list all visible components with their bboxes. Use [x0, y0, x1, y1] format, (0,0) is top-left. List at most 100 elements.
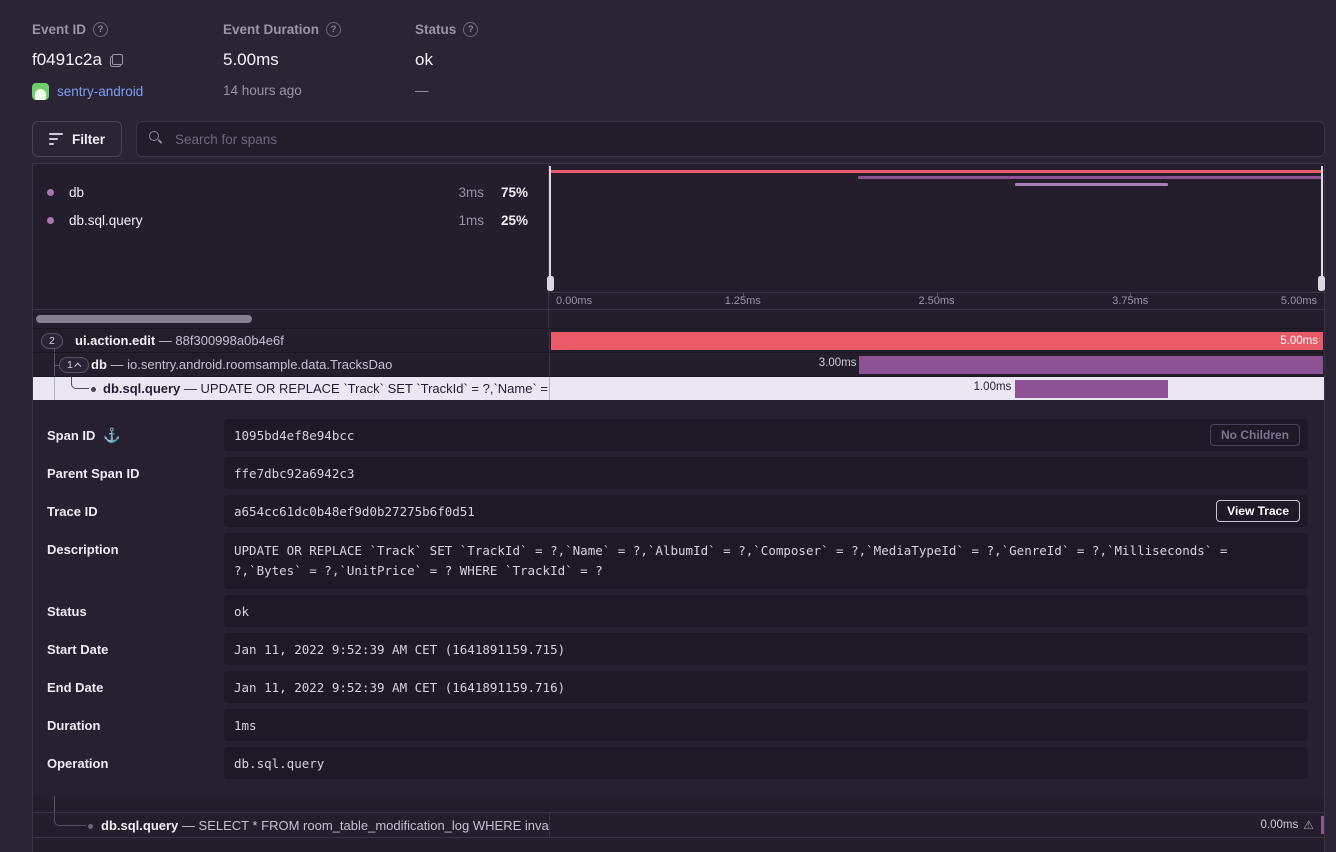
view-trace-button[interactable]: View Trace	[1216, 500, 1300, 522]
status-block: Status ? ok —	[415, 22, 615, 100]
android-platform-icon	[32, 83, 49, 100]
project-link[interactable]: sentry-android	[57, 84, 143, 99]
filter-button[interactable]: Filter	[32, 121, 122, 157]
detail-value: 1ms	[224, 709, 1308, 741]
minimap-span-root	[550, 170, 1322, 173]
status-sub: —	[415, 83, 429, 98]
detail-row-start-date: Start Date Jan 11, 2022 9:52:39 AM CET (…	[47, 633, 1308, 665]
span-op: db	[91, 357, 107, 372]
span-duration-label: 1.00ms	[974, 381, 1012, 393]
status-label: Status	[415, 22, 456, 37]
span-row-db[interactable]: 1 db — io.sentry.android.roomsample.data…	[33, 352, 1324, 376]
trace-minimap[interactable]	[549, 164, 1324, 292]
op-percent: 75%	[484, 185, 528, 200]
span-desc: SELECT * FROM room_table_modification_lo…	[199, 818, 549, 833]
detail-value: Jan 11, 2022 9:52:39 AM CET (1641891159.…	[224, 633, 1308, 665]
children-count-badge[interactable]: 2	[41, 333, 63, 349]
span-bar[interactable]	[859, 356, 1323, 374]
op-name: db.sql.query	[69, 213, 143, 228]
filter-icon	[49, 133, 63, 145]
axis-tick-label: 2.50ms	[918, 295, 954, 307]
detail-label: Status	[47, 604, 87, 619]
tree-connector-gap	[33, 796, 1324, 812]
event-id-block: Event ID ? f0491c2a sentry-android	[32, 22, 223, 100]
anchor-icon[interactable]: ⚓	[103, 428, 120, 443]
event-duration-label: Event Duration	[223, 22, 319, 37]
event-header: Event ID ? f0491c2a sentry-android Event…	[32, 22, 615, 100]
minimap-span-query	[1015, 183, 1168, 186]
detail-row-trace-id: Trace ID a654cc61dc0b48ef9d0b27275b6f0d5…	[47, 495, 1308, 527]
axis-tick-label: 3.75ms	[1112, 295, 1148, 307]
no-children-button: No Children	[1210, 424, 1300, 446]
detail-value: 1095bd4ef8e94bcc No Children	[224, 419, 1308, 451]
event-id-value: f0491c2a	[32, 50, 102, 70]
span-op: ui.action.edit	[75, 333, 155, 348]
event-duration-block: Event Duration ? 5.00ms 14 hours ago	[223, 22, 415, 100]
chevron-up-icon	[74, 362, 81, 369]
op-color-dot-icon	[47, 217, 54, 224]
op-duration: 3ms	[438, 185, 484, 200]
detail-value: UPDATE OR REPLACE `Track` SET `TrackId` …	[224, 533, 1308, 589]
event-duration-value: 5.00ms	[223, 50, 279, 70]
axis-tick-label: 0.00ms	[556, 295, 592, 307]
detail-label: Trace ID	[47, 504, 98, 519]
detail-row-end-date: End Date Jan 11, 2022 9:52:39 AM CET (16…	[47, 671, 1308, 703]
search-icon	[149, 131, 160, 142]
help-icon[interactable]: ?	[326, 22, 341, 37]
span-bar-zero-width	[1321, 816, 1324, 834]
detail-row-operation: Operation db.sql.query	[47, 747, 1308, 779]
span-desc: 88f300998a0b4e6f	[175, 333, 283, 348]
span-op: db.sql.query	[103, 381, 180, 396]
horizontal-scrollbar	[33, 309, 548, 328]
detail-label: Duration	[47, 718, 100, 733]
minimap-span-db	[858, 176, 1322, 179]
minimap-right-handle-grip[interactable]	[1318, 276, 1325, 291]
detail-label: Parent Span ID	[47, 466, 139, 481]
children-count-badge[interactable]: 1	[59, 357, 89, 373]
scrollbar-thumb[interactable]	[36, 315, 252, 323]
span-row-db-sql-query-select[interactable]: db.sql.query — SELECT * FROM room_table_…	[33, 812, 1324, 838]
event-age: 14 hours ago	[223, 83, 302, 98]
detail-label: Operation	[47, 756, 108, 771]
help-icon[interactable]: ?	[93, 22, 108, 37]
trace-minimap-panel: 0.00ms 1.25ms 2.50ms 3.75ms 5.00ms	[549, 164, 1324, 328]
detail-row-description: Description UPDATE OR REPLACE `Track` SE…	[47, 533, 1308, 589]
warning-icon: ⚠	[1303, 819, 1314, 831]
op-name: db	[69, 185, 84, 200]
axis-tick-label: 5.00ms	[1281, 295, 1317, 307]
span-bar[interactable]	[1015, 380, 1168, 398]
detail-label: Span ID	[47, 428, 95, 443]
detail-row-duration: Duration 1ms	[47, 709, 1308, 741]
axis-tick-label: 1.25ms	[725, 295, 761, 307]
span-duration-label: 3.00ms	[819, 357, 857, 369]
trace-view: db 3ms 75% db.sql.query 1ms 25%	[32, 163, 1325, 852]
detail-row-status: Status ok	[47, 595, 1308, 627]
minimap-left-handle[interactable]	[549, 166, 551, 278]
search-input[interactable]	[136, 121, 1325, 157]
status-value: ok	[415, 50, 433, 70]
span-detail-page: Event ID ? f0491c2a sentry-android Event…	[0, 0, 1336, 852]
detail-row-span-id: Span ID ⚓ 1095bd4ef8e94bcc No Children	[47, 419, 1308, 451]
minimap-left-handle-grip[interactable]	[547, 276, 554, 291]
detail-label: End Date	[47, 680, 103, 695]
detail-value: ffe7dbc92a6942c3	[224, 457, 1308, 489]
ops-breakdown-row: db 3ms 75%	[33, 178, 548, 206]
span-bar[interactable]: 5.00ms	[551, 332, 1323, 350]
minimap-right-handle[interactable]	[1321, 166, 1323, 278]
timeline-axis: 0.00ms 1.25ms 2.50ms 3.75ms 5.00ms	[549, 292, 1324, 309]
detail-value: db.sql.query	[224, 747, 1308, 779]
span-row-db-sql-query-selected[interactable]: db.sql.query — UPDATE OR REPLACE `Track`…	[33, 376, 1324, 400]
detail-value: a654cc61dc0b48ef9d0b27275b6f0d51 View Tr…	[224, 495, 1308, 527]
detail-label: Description	[47, 542, 119, 557]
span-desc: io.sentry.android.roomsample.data.Tracks…	[127, 357, 392, 372]
help-icon[interactable]: ?	[463, 22, 478, 37]
op-color-dot-icon	[47, 189, 54, 196]
span-duration-label: 5.00ms	[1280, 332, 1318, 350]
detail-label: Start Date	[47, 642, 108, 657]
filter-button-label: Filter	[72, 132, 105, 147]
detail-row-parent-span-id: Parent Span ID ffe7dbc92a6942c3	[47, 457, 1308, 489]
span-row-ui-action-edit[interactable]: 2 ui.action.edit — 88f300998a0b4e6f 5.00…	[33, 328, 1324, 352]
span-toolbar: Filter	[32, 121, 1325, 157]
detail-value: ok	[224, 595, 1308, 627]
copy-icon[interactable]	[110, 54, 123, 67]
